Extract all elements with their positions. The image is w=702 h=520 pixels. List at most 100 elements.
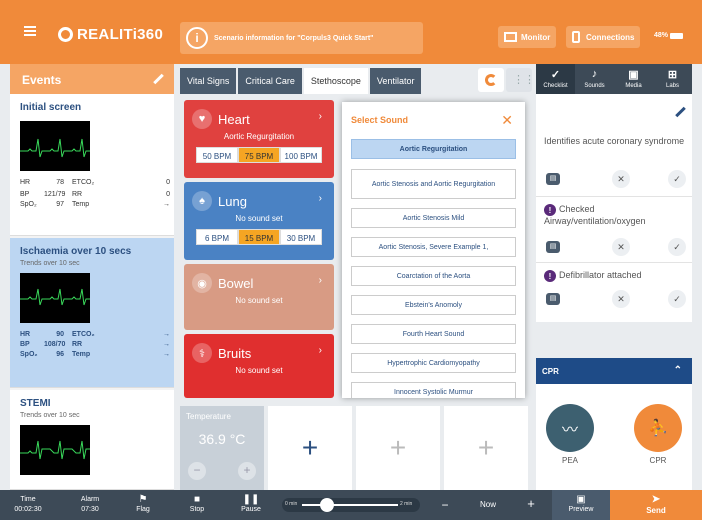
sound-option[interactable]: Ebstein's Anomoly	[351, 295, 516, 315]
sound-option[interactable]: Coarctation of the Aorta	[351, 266, 516, 286]
check-icon[interactable]: ✓	[668, 238, 686, 256]
bruits-icon: ⚕	[192, 343, 212, 363]
pencil-icon[interactable]	[675, 106, 686, 118]
checklist-item: ! Defibrillator attached	[544, 270, 688, 282]
top-bar: REALITi360 i Scenario information for "C…	[0, 0, 702, 64]
event-card-initial[interactable]: Initial screen HR 78 ETCO₂ 0 BP 121/79 RR 0 Sp…	[10, 94, 174, 236]
bpm-option-100[interactable]: 100 BPM	[280, 147, 322, 163]
cpr-person-icon: ⛹	[648, 420, 668, 437]
bpm-option-6[interactable]: 6 BPM	[196, 229, 238, 245]
chevron-right-icon: ›	[318, 111, 322, 122]
close-icon[interactable]: ✕	[612, 170, 630, 188]
monitor-button[interactable]: Monitor	[498, 26, 557, 48]
cpr-button[interactable]: ⛹	[634, 404, 682, 452]
sound-option[interactable]: Aortic Stenosis, Severe Example 1,	[351, 237, 516, 257]
right-tabs: ✓ Checklist ♪ Sounds ▣ Media ⊞ Labs	[536, 64, 692, 94]
plus-button[interactable]: +	[524, 496, 538, 511]
tab-ventilator[interactable]: Ventilator	[369, 68, 422, 94]
vitals-grid: HR 78 ETCO₂ 0 BP 121/79 RR 0 SpO₂ 97 Temp →	[20, 179, 170, 208]
close-icon[interactable]: ✕	[612, 290, 630, 308]
warning-icon: !	[544, 204, 556, 216]
checklist-item: ! Checked Airway/ventilation/oxygen	[544, 204, 646, 226]
flag-button[interactable]: ⚑ Flag	[128, 494, 158, 513]
add-slot-button[interactable]: +	[268, 406, 352, 490]
checklist-actions: ▤ ✕ ✓	[544, 290, 688, 308]
pause-button[interactable]: ❚❚ Pause	[234, 494, 268, 513]
plus-icon: +	[301, 432, 319, 463]
checklist-panel: Identifies acute coronary syndrome ▤ ✕ ✓…	[536, 94, 692, 322]
add-slot-button[interactable]: +	[356, 406, 440, 490]
labs-icon: ⊞	[667, 69, 678, 81]
flag-icon: ⚑	[138, 494, 148, 505]
ecg-thumbnail	[20, 121, 90, 171]
battery-icon	[670, 32, 684, 39]
event-card-stemi[interactable]: STEMI Trends over 10 sec	[10, 390, 174, 490]
comment-icon[interactable]: ▤	[546, 241, 560, 253]
events-list: Initial screen HR 78 ETCO₂ 0 BP 121/79 RR 0 Sp…	[10, 94, 174, 490]
lung-icon: ♠	[192, 191, 212, 211]
bpm-option-75[interactable]: 75 BPM	[238, 147, 280, 163]
now-button[interactable]: Now	[476, 500, 500, 509]
tab-media[interactable]: ▣ Media	[614, 64, 653, 94]
bpm-option-30[interactable]: 30 BPM	[280, 229, 322, 245]
connection-icon	[572, 31, 580, 43]
pencil-icon[interactable]	[153, 73, 164, 85]
events-header: Events	[10, 64, 174, 94]
cpr-header[interactable]: CPR ⌃	[536, 358, 692, 384]
warning-icon: !	[544, 270, 556, 282]
heart-sound-card[interactable]: ♥ Heart › Aortic Regurgitation 50 BPM 75 …	[184, 100, 334, 178]
sound-option[interactable]: Innocent Systolic Murmur	[351, 382, 516, 398]
tab-sounds[interactable]: ♪ Sounds	[575, 64, 614, 94]
tab-checklist[interactable]: ✓ Checklist	[536, 64, 575, 94]
stop-button[interactable]: ■ Stop	[182, 494, 212, 513]
tab-critical-care[interactable]: Critical Care	[238, 68, 302, 94]
send-button[interactable]: ➤ Send	[610, 490, 702, 520]
connections-button[interactable]: Connections	[566, 26, 641, 48]
main-tabs: Vital Signs Critical Care Stethoscope Ve…	[180, 68, 423, 94]
chevron-right-icon: ›	[318, 193, 322, 204]
sound-option[interactable]: Fourth Heart Sound	[351, 324, 516, 344]
grid-toggle-button[interactable]	[506, 68, 535, 92]
bowel-sound-card[interactable]: ◉ Bowel › No sound set	[184, 264, 334, 330]
minus-button[interactable]: −	[438, 498, 452, 512]
sound-option[interactable]: Hypertrophic Cardiomyopathy	[351, 353, 516, 373]
cpr-panel: 〰 PEA ⛹ CPR	[536, 384, 692, 490]
pause-icon: ❚❚	[242, 494, 260, 505]
tab-vital-signs[interactable]: Vital Signs	[180, 68, 237, 94]
temperature-increase-button[interactable]: +	[238, 462, 256, 480]
tab-labs[interactable]: ⊞ Labs	[653, 64, 692, 94]
scenario-text: Scenario information for "Corpuls3 Quick…	[214, 34, 374, 42]
bruits-sound-card[interactable]: ⚕ Bruits › No sound set	[184, 334, 334, 398]
sound-option[interactable]: Aortic Stenosis Mild	[351, 208, 516, 228]
info-icon: i	[186, 27, 208, 49]
ecg-thumbnail	[20, 273, 90, 323]
preview-button[interactable]: ▣ Preview	[552, 490, 610, 520]
sync-button[interactable]	[478, 68, 504, 92]
comment-icon[interactable]: ▤	[546, 293, 560, 305]
add-slot-button[interactable]: +	[444, 406, 528, 490]
check-icon[interactable]: ✓	[668, 290, 686, 308]
event-card-ischaemia[interactable]: Ischaemia over 10 secs Trends over 10 se…	[10, 238, 174, 388]
pea-button[interactable]: 〰	[546, 404, 594, 452]
sound-option[interactable]: Aortic Regurgitation	[351, 139, 516, 159]
bpm-option-50[interactable]: 50 BPM	[196, 147, 238, 163]
comment-icon[interactable]: ▤	[546, 173, 560, 185]
sound-option[interactable]: Aortic Stenosis and Aortic Regurgitation	[351, 169, 516, 199]
close-icon[interactable]: ✕	[501, 112, 513, 129]
time-slider[interactable]: 0 min 2 min	[282, 498, 420, 512]
bowel-icon: ◉	[192, 273, 212, 293]
checklist-item: Identifies acute coronary syndrome	[544, 136, 685, 146]
check-icon: ✓	[550, 69, 561, 81]
close-icon[interactable]: ✕	[612, 238, 630, 256]
tab-stethoscope[interactable]: Stethoscope	[303, 68, 368, 94]
check-icon[interactable]: ✓	[668, 170, 686, 188]
temperature-decrease-button[interactable]: −	[188, 462, 206, 480]
bpm-option-15[interactable]: 15 BPM	[238, 229, 280, 245]
slider-thumb[interactable]	[320, 498, 334, 512]
vitals-grid: HR 90 ETCO₂ → BP 108/70 RR → SpO₂ 96 Temp →	[20, 331, 170, 358]
scenario-info-button[interactable]: i Scenario information for "Corpuls3 Qui…	[180, 22, 423, 54]
lung-sound-card[interactable]: ♠ Lung › No sound set 6 BPM 15 BPM 30 BPM	[184, 182, 334, 260]
temperature-card: Temperature 36.9 °C − +	[180, 406, 264, 490]
menu-icon[interactable]	[24, 26, 36, 36]
sync-icon	[485, 74, 497, 86]
